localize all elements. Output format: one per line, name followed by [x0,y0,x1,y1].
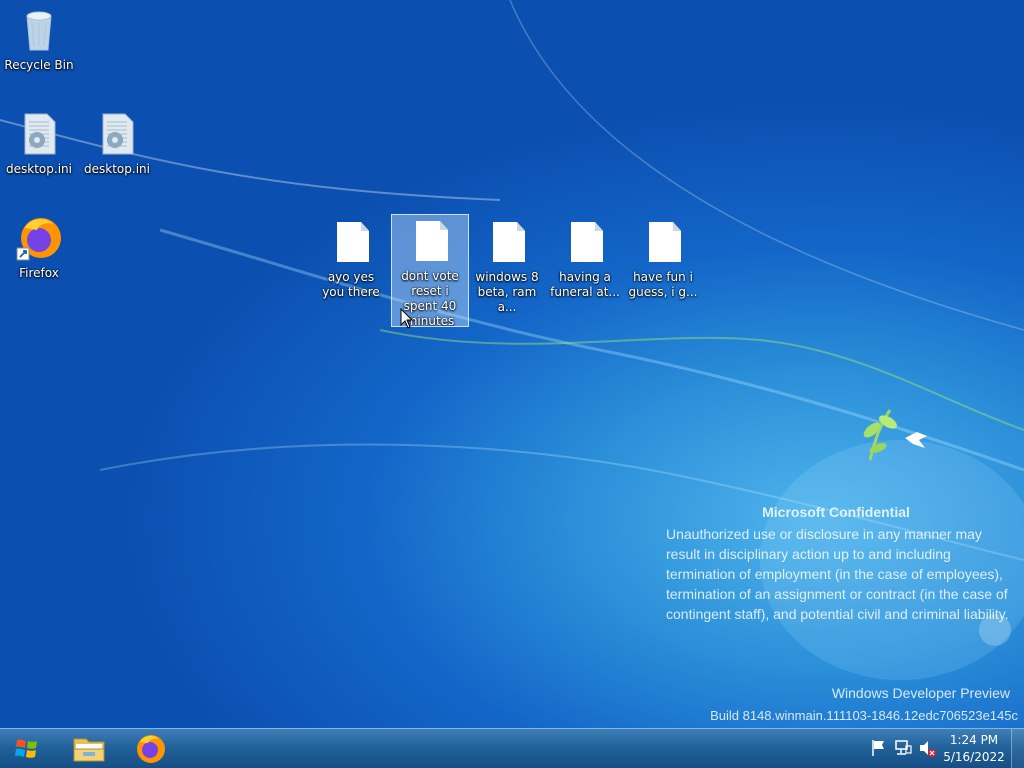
clock[interactable]: 1:24 PM 5/16/2022 [938,732,1010,766]
settings-file-icon [93,110,141,158]
text-file-icon [406,217,454,265]
desktop-icon-text-file[interactable]: having a funeral at... [547,216,623,300]
taskbar-file-explorer[interactable] [66,731,112,767]
icon-label: have fun i guess, i g... [628,270,698,299]
icon-label: windows 8 beta, ram a... [475,270,539,314]
desktop-icon-desktop-ini[interactable]: desktop.ini [79,108,155,177]
clock-date: 5/16/2022 [943,750,1005,764]
edition-watermark: Windows Developer Preview [831,685,1010,701]
wallpaper-bird [863,409,927,461]
start-button[interactable] [2,731,54,767]
desktop[interactable]: Recycle Bin desktop.ini desktop.ini Fire… [0,0,1024,728]
mouse-cursor-icon [400,308,414,329]
taskbar: 1:24 PM 5/16/2022 [0,728,1024,768]
desktop-icon-recycle-bin[interactable]: Recycle Bin [1,4,77,73]
firefox-icon [15,214,63,262]
folder-icon [73,738,105,762]
confidential-notice: Unauthorized use or disclosure in any ma… [666,526,1009,622]
show-desktop-button[interactable] [1011,729,1024,768]
confidential-title: Microsoft Confidential [762,504,910,520]
text-file-icon [639,218,687,266]
desktop-icon-text-file[interactable]: windows 8 beta, ram a... [469,216,545,315]
icon-label: ayo yes you there [322,270,380,299]
clock-time: 1:24 PM [949,733,999,747]
recycle-bin-icon [15,6,63,54]
text-file-icon [483,218,531,266]
desktop-icon-desktop-ini[interactable]: desktop.ini [1,108,77,177]
settings-file-icon [15,110,63,158]
taskbar-firefox[interactable] [128,731,174,767]
windows-logo-icon [15,739,37,758]
icon-label: Recycle Bin [4,58,74,72]
firefox-icon [137,735,165,763]
network-icon[interactable] [894,737,912,759]
flag-icon[interactable] [870,737,888,759]
text-file-icon [327,218,375,266]
desktop-icon-text-file[interactable]: have fun i guess, i g... [625,216,701,300]
desktop-icon-text-file[interactable]: ayo yes you there [313,216,389,300]
icon-label: desktop.ini [6,162,72,176]
icon-label: desktop.ini [84,162,150,176]
desktop-icon-firefox[interactable]: Firefox [1,212,77,281]
build-watermark: Build 8148.winmain.111103-1846.12edc7065… [710,708,1018,723]
text-file-icon [561,218,609,266]
icon-label: having a funeral at... [550,270,620,299]
icon-label: Firefox [19,266,59,280]
speaker-muted-icon[interactable] [918,737,936,759]
